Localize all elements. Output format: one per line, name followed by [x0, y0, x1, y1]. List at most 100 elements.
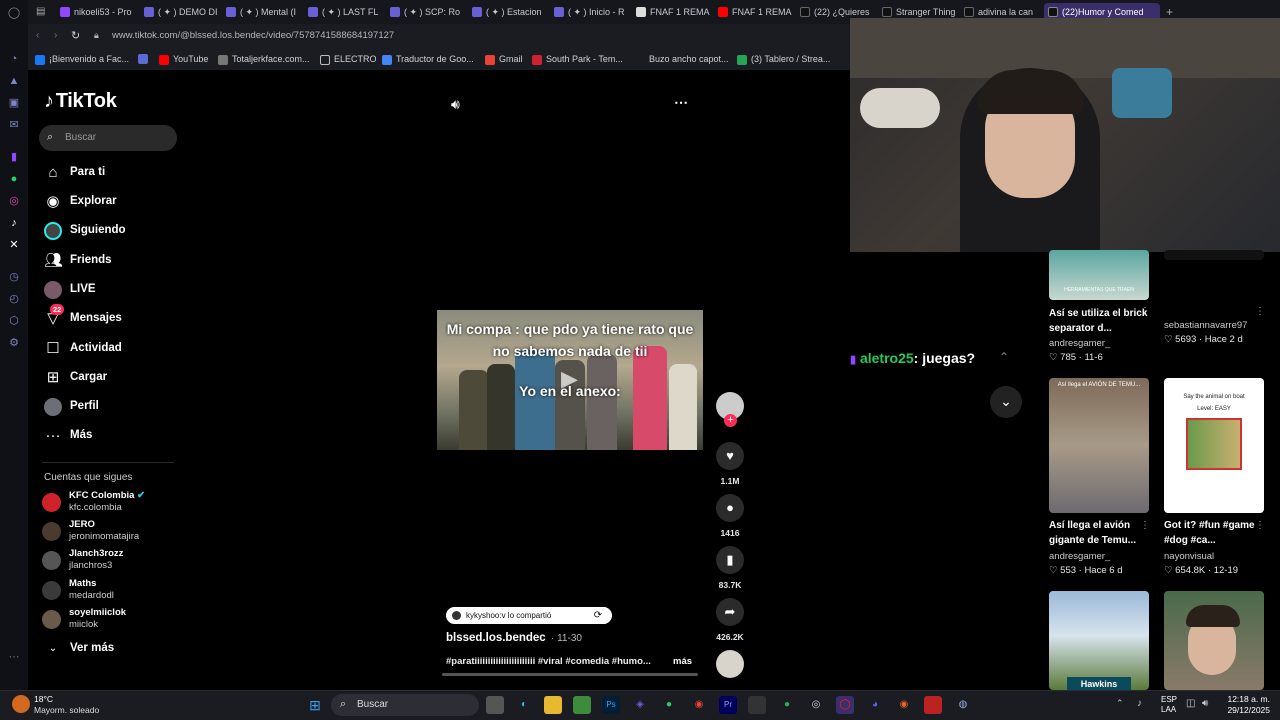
x-icon[interactable]: ✕ [7, 238, 21, 252]
grid-card[interactable] [1164, 591, 1264, 690]
premiere-icon[interactable]: Pr [719, 696, 737, 714]
tab[interactable]: ( ✦ ) Inicio - R [550, 3, 630, 21]
chrome-icon[interactable]: ◉ [690, 696, 708, 714]
tab-menu-icon[interactable]: ▤ [36, 6, 45, 17]
instagram-icon[interactable]: ◎ [7, 194, 21, 208]
taskbar-search[interactable] [331, 694, 479, 716]
tab[interactable]: FNAF 1 REMA [714, 3, 794, 21]
music-disc[interactable] [716, 650, 744, 678]
minecraft-icon[interactable] [573, 696, 591, 714]
tiktok-side-icon[interactable]: ♪ [7, 216, 21, 230]
url-field[interactable]: www.tiktok.com/@blssed.los.bendec/video/… [112, 30, 394, 41]
bookmark[interactable]: Gmail [485, 54, 523, 65]
firefox-icon[interactable]: ◉ [895, 696, 913, 714]
bookmark[interactable]: ELECTRO [320, 54, 377, 65]
language-code[interactable]: ESP [1161, 695, 1177, 704]
card-menu-icon[interactable]: ⋮ [1255, 306, 1265, 317]
more-link[interactable]: más [673, 656, 692, 667]
bookmark[interactable]: South Park - Tem... [532, 54, 623, 65]
clock-date[interactable]: 29/12/2025 [1216, 705, 1270, 715]
bookmark[interactable]: (3) Tablero / Strea... [737, 54, 830, 65]
clock-icon[interactable]: ◴ [7, 292, 21, 306]
options-icon[interactable]: ⋯ [674, 94, 688, 111]
nav-cargar[interactable]: ⊞ Cargar [42, 366, 182, 390]
back-icon[interactable]: ‹ [36, 30, 39, 41]
like-button[interactable]: ♥ [716, 442, 744, 470]
mic-icon[interactable]: ♪ [1137, 698, 1142, 709]
tab[interactable]: ( ✦ ) Mental (I [222, 3, 302, 21]
settings-icon[interactable]: ⚙ [7, 336, 21, 350]
workspace-icon[interactable]: ▲ [7, 74, 21, 88]
grid-card[interactable]: Say the animal on boat Level: EASY [1164, 378, 1264, 513]
twitch-icon[interactable]: ▮ [7, 150, 21, 164]
photoshop-icon[interactable]: Ps [602, 696, 620, 714]
whatsapp-icon[interactable]: ● [660, 696, 678, 714]
volume-icon[interactable]: 🔊︎ [1202, 698, 1208, 709]
card-menu-icon[interactable]: ⋮ [1255, 520, 1265, 531]
bookmark[interactable]: Traductor de Goo... [382, 54, 474, 65]
bookmark-icon[interactable] [138, 54, 148, 64]
discord-icon[interactable]: ◕ [866, 696, 884, 714]
clock-time[interactable]: 12:18 a. m. [1226, 694, 1270, 704]
followed-account[interactable]: KFC Colombia ✔ kfc.colombia [42, 490, 192, 516]
opera-icon[interactable]: ◯ [836, 696, 854, 714]
followed-account[interactable]: Jlanch3rozz jlanchros3 [42, 548, 192, 574]
network-icon[interactable]: ◫ [1186, 698, 1195, 709]
chevron-up-icon[interactable]: ⌃ [1116, 698, 1124, 709]
tab[interactable]: ( ✦ ) DEMO DI [140, 3, 220, 21]
reload-icon[interactable]: ↻ [71, 29, 80, 42]
task-view-icon[interactable] [486, 696, 504, 714]
nav-actividad[interactable]: ☐ Actividad [42, 337, 182, 361]
bookmark[interactable]: ¡Bienvenido a Fac... [35, 54, 129, 65]
copilot-icon[interactable]: ◈ [631, 696, 649, 714]
bookmark[interactable]: Buzo ancho capot... [635, 54, 729, 64]
author-name[interactable]: blssed.los.bendec [446, 632, 546, 644]
extensions-icon[interactable]: ⬡ [7, 314, 21, 328]
tiktok-logo[interactable]: ♪ TikTok [44, 90, 117, 113]
language-layout[interactable]: LAA [1161, 705, 1176, 714]
new-tab-icon[interactable]: + [1166, 5, 1173, 19]
search-input[interactable] [39, 125, 177, 151]
start-icon[interactable]: ⊞ [306, 696, 324, 714]
chevron-up-icon[interactable]: ⌃ [999, 350, 1009, 364]
followed-account[interactable]: soyelmiiclok miiclok [42, 607, 192, 633]
card-menu-icon[interactable]: ⋮ [1140, 306, 1150, 317]
bookmark[interactable]: Totaljerkface.com... [218, 54, 310, 65]
nav-live[interactable]: LIVE [42, 278, 182, 302]
share-button[interactable]: ➦ [716, 598, 744, 626]
tab[interactable]: ( ✦ ) SCP: Ro [386, 3, 466, 21]
follow-plus-icon[interactable]: + [724, 414, 737, 427]
nav-mensajes[interactable]: ▽ 22 Mensajes [42, 304, 182, 331]
store-icon[interactable] [748, 696, 766, 714]
app-icon[interactable]: ◎ [807, 696, 825, 714]
grid-card[interactable]: Hawkins [1049, 591, 1149, 691]
sidebar-more-icon[interactable]: ⋯ [7, 650, 21, 664]
bookmark[interactable]: YouTube [159, 54, 208, 65]
app-icon[interactable] [924, 696, 942, 714]
opera-logo-icon[interactable]: ◯ [7, 6, 21, 20]
player-icon[interactable]: ▣ [7, 96, 21, 110]
nav-mas[interactable]: ··· Más [42, 424, 182, 448]
grid-card[interactable]: HERRAMIENTAS QUE TRAEN [1049, 250, 1149, 300]
whatsapp-icon[interactable]: ● [7, 172, 21, 186]
nav-explorar[interactable]: ◉ Explorar [42, 190, 182, 214]
followed-account[interactable]: JERO jeronimomatajira [42, 519, 192, 545]
nav-friends[interactable]: 👥︎ Friends [42, 249, 182, 273]
next-video-button[interactable]: ⌄ [990, 386, 1022, 418]
tab[interactable]: FNAF 1 REMA [632, 3, 712, 21]
forward-icon[interactable]: › [54, 30, 57, 41]
explorer-icon[interactable] [544, 696, 562, 714]
history-icon[interactable]: ◷ [7, 270, 21, 284]
followed-account[interactable]: Maths medardodl [42, 578, 192, 604]
steam-icon[interactable]: ◍ [954, 696, 972, 714]
weather-icon[interactable] [12, 695, 30, 713]
repost-icon[interactable]: ⟳ [588, 607, 608, 624]
edge-icon[interactable]: ◐ [515, 696, 533, 714]
spotify-icon[interactable]: ● [778, 696, 796, 714]
save-button[interactable]: ▮ [716, 546, 744, 574]
volume-icon[interactable]: 🔊︎ [451, 96, 460, 113]
messenger-icon[interactable]: ✉ [7, 118, 21, 132]
nav-siguiendo[interactable]: Siguiendo [42, 219, 182, 243]
grid-card[interactable]: Así llega el AVIÓN DE TEMU... [1049, 378, 1149, 513]
card-menu-icon[interactable]: ⋮ [1140, 520, 1150, 531]
